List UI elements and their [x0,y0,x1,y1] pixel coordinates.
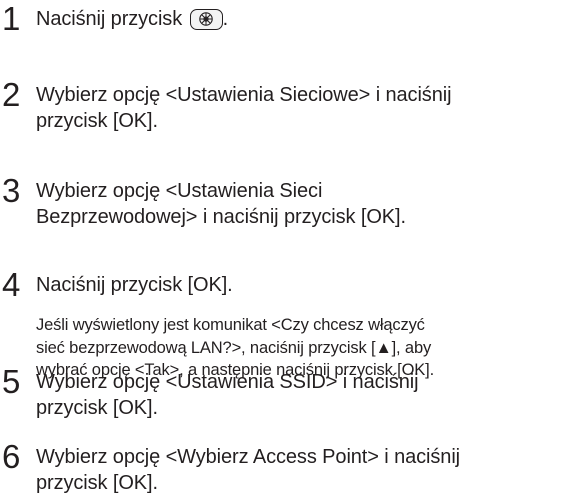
step-text-line: przycisk [OK]. [36,110,158,132]
step-text-before-icon: Naciśnij przycisk [36,8,183,30]
step-number: 3 [2,172,21,209]
step-number: 4 [2,266,21,303]
menu-key-glyph-icon [198,12,213,26]
step-note-line: Jeśli wyświetlony jest komunikat <Czy ch… [36,316,425,334]
instruction-page: 1 Naciśnij przycisk . 2 Wybierz opcję <U… [0,0,566,496]
step-text-line: Wybierz opcję <Wybierz Access Point> i n… [36,446,461,468]
step-text: Wybierz opcję <Ustawienia Sieciowe> i na… [36,82,564,134]
step-text-line: Bezprzewodowej> i naciśnij przycisk [OK]… [36,206,406,228]
step-text-line: przycisk [OK]. [36,397,158,419]
step-number: 1 [2,0,21,37]
step-text: Naciśnij przycisk [OK]. [36,272,564,298]
step-text-line: przycisk [OK]. [36,472,158,494]
step-text: Wybierz opcję <Ustawienia SSID> i naciśn… [36,369,564,421]
step-text: Naciśnij przycisk . [36,6,564,32]
step-number: 6 [2,438,21,475]
menu-key-icon [189,9,223,30]
step-text-line: Naciśnij przycisk [OK]. [36,274,233,296]
step-text-line: Wybierz opcję <Ustawienia Sieci [36,180,323,202]
step-number: 2 [2,76,21,113]
step-text-line: Wybierz opcję <Ustawienia SSID> i naciśn… [36,371,419,393]
step-text-after-icon: . [222,8,229,30]
step-text-line: Wybierz opcję <Ustawienia Sieciowe> i na… [36,84,452,106]
step-number: 5 [2,363,21,400]
step-text: Wybierz opcję <Ustawienia Sieci Bezprzew… [36,178,564,230]
step-note-line: sieć bezprzewodową LAN?>, naciśnij przyc… [36,338,432,357]
step-text: Wybierz opcję <Wybierz Access Point> i n… [36,444,564,496]
